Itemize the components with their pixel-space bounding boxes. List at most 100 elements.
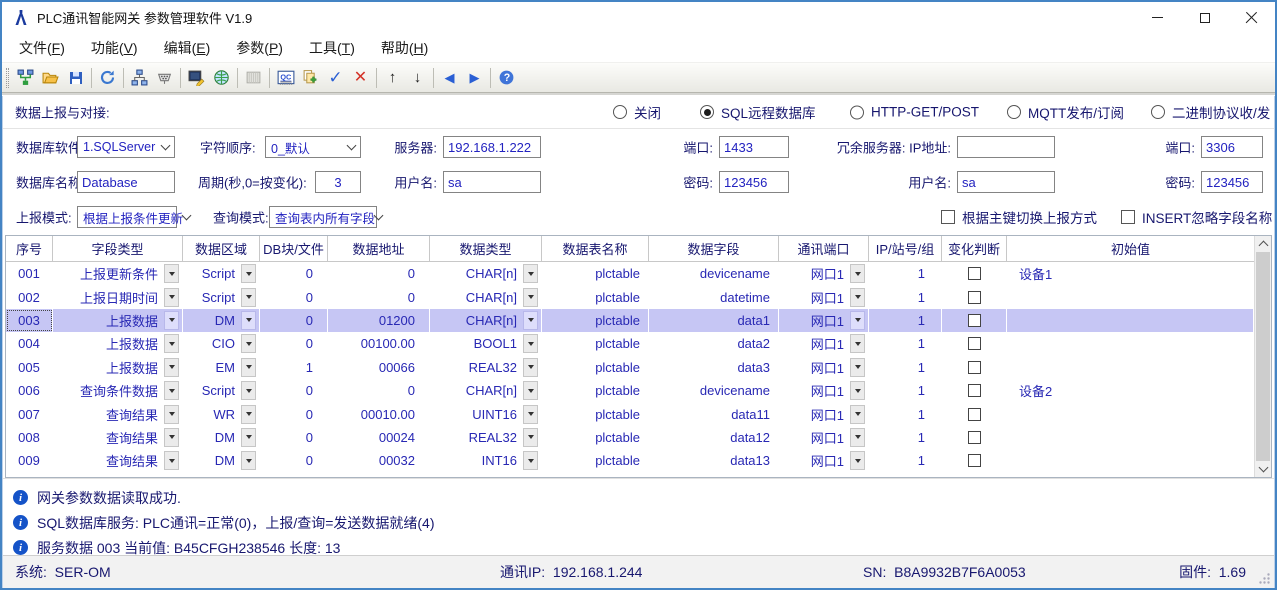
- radio-option[interactable]: HTTP-GET/POST: [850, 105, 979, 120]
- import-export-config-button[interactable]: [13, 65, 38, 90]
- network-topology-button[interactable]: [127, 65, 152, 90]
- dropdown-button[interactable]: [164, 264, 179, 283]
- redundant-ip-input[interactable]: [957, 136, 1055, 158]
- dropdown-button[interactable]: [241, 428, 256, 447]
- dropdown-button[interactable]: [241, 381, 256, 400]
- dropdown-button[interactable]: [241, 288, 256, 307]
- change-checkbox[interactable]: [968, 314, 981, 327]
- menu-tools[interactable]: 工具(T): [296, 34, 368, 62]
- dropdown-button[interactable]: [850, 381, 865, 400]
- toolbar-grip[interactable]: [6, 68, 9, 88]
- plc-monitor-edit-button[interactable]: [184, 65, 209, 90]
- redundant-username-input[interactable]: [957, 171, 1055, 193]
- nav-prev-button[interactable]: ◀: [437, 65, 462, 90]
- dropdown-button[interactable]: [523, 311, 538, 330]
- change-checkbox[interactable]: [968, 408, 981, 421]
- cancel-button[interactable]: ✕: [348, 65, 373, 90]
- copy-add-button[interactable]: [298, 65, 323, 90]
- dropdown-button[interactable]: [241, 451, 256, 470]
- maximize-button[interactable]: [1181, 2, 1228, 33]
- dropdown-button[interactable]: [164, 334, 179, 353]
- menu-edit[interactable]: 编辑(E): [151, 34, 224, 62]
- dropdown-button[interactable]: [850, 288, 865, 307]
- move-up-button[interactable]: ↑: [380, 65, 405, 90]
- dropdown-button[interactable]: [850, 334, 865, 353]
- server-input[interactable]: [443, 136, 541, 158]
- dropdown-button[interactable]: [164, 288, 179, 307]
- serial-port-button[interactable]: [152, 65, 177, 90]
- radio-option[interactable]: 二进制协议收/发: [1151, 102, 1270, 122]
- menu-function[interactable]: 功能(V): [78, 34, 151, 62]
- dropdown-button[interactable]: [241, 311, 256, 330]
- table-row[interactable]: 007 查询结果 WR 0 00010.00 UINT16 plctable d…: [6, 402, 1254, 425]
- dropdown-button[interactable]: [850, 264, 865, 283]
- scroll-up-button[interactable]: [1255, 236, 1271, 252]
- dropdown-button[interactable]: [523, 381, 538, 400]
- db-software-select[interactable]: 1.SQLServer: [77, 136, 175, 158]
- table-row[interactable]: 008 查询结果 DM 0 00024 REAL32 plctable data…: [6, 426, 1254, 449]
- dropdown-button[interactable]: [241, 264, 256, 283]
- dropdown-button[interactable]: [523, 428, 538, 447]
- radio-option[interactable]: 关闭: [613, 102, 661, 122]
- dropdown-button[interactable]: [241, 405, 256, 424]
- dropdown-button[interactable]: [523, 264, 538, 283]
- dropdown-button[interactable]: [164, 405, 179, 424]
- dropdown-button[interactable]: [523, 334, 538, 353]
- resize-grip-icon[interactable]: [1258, 572, 1271, 585]
- help-button[interactable]: ?: [494, 65, 519, 90]
- dropdown-button[interactable]: [523, 451, 538, 470]
- menu-file[interactable]: 文件(F): [6, 34, 78, 62]
- move-down-button[interactable]: ↓: [405, 65, 430, 90]
- redundant-port-input[interactable]: [1201, 136, 1263, 158]
- scrollbar-thumb[interactable]: [1256, 252, 1270, 461]
- dropdown-button[interactable]: [850, 428, 865, 447]
- nav-next-button[interactable]: ▶: [462, 65, 487, 90]
- change-checkbox[interactable]: [968, 267, 981, 280]
- table-row[interactable]: 009 查询结果 DM 0 00032 INT16 plctable data1…: [6, 449, 1254, 472]
- save-file-button[interactable]: [63, 65, 88, 90]
- dropdown-button[interactable]: [164, 451, 179, 470]
- db-name-input[interactable]: [77, 171, 175, 193]
- minimize-button[interactable]: [1134, 2, 1181, 33]
- scroll-down-button[interactable]: [1255, 461, 1271, 477]
- dropdown-button[interactable]: [850, 358, 865, 377]
- open-file-button[interactable]: [38, 65, 63, 90]
- dropdown-button[interactable]: [164, 358, 179, 377]
- dropdown-button[interactable]: [523, 358, 538, 377]
- dropdown-button[interactable]: [850, 451, 865, 470]
- password-input[interactable]: [719, 171, 789, 193]
- insert-ignore-checkbox[interactable]: INSERT忽略字段名称: [1121, 207, 1272, 227]
- dropdown-button[interactable]: [164, 428, 179, 447]
- char-order-select[interactable]: 0_默认: [265, 136, 361, 158]
- change-checkbox[interactable]: [968, 337, 981, 350]
- redundant-password-input[interactable]: [1201, 171, 1263, 193]
- close-button[interactable]: [1228, 2, 1275, 33]
- menu-params[interactable]: 参数(P): [223, 34, 296, 62]
- change-checkbox[interactable]: [968, 384, 981, 397]
- qc-display-button[interactable]: QC: [273, 65, 298, 90]
- period-input[interactable]: [315, 171, 361, 193]
- dropdown-button[interactable]: [241, 358, 256, 377]
- dropdown-button[interactable]: [241, 334, 256, 353]
- apply-button[interactable]: ✓: [323, 65, 348, 90]
- dropdown-button[interactable]: [850, 405, 865, 424]
- change-checkbox[interactable]: [968, 361, 981, 374]
- report-mode-select[interactable]: 根据上报条件更新: [77, 206, 177, 228]
- dropdown-button[interactable]: [850, 311, 865, 330]
- menu-help[interactable]: 帮助(H): [368, 34, 441, 62]
- change-checkbox[interactable]: [968, 431, 981, 444]
- change-checkbox[interactable]: [968, 454, 981, 467]
- table-row[interactable]: 005 上报数据 EM 1 00066 REAL32 plctable data…: [6, 356, 1254, 379]
- vertical-scrollbar[interactable]: [1254, 236, 1271, 477]
- dropdown-button[interactable]: [164, 381, 179, 400]
- network-globe-button[interactable]: [209, 65, 234, 90]
- radio-option[interactable]: SQL远程数据库: [700, 102, 816, 122]
- table-row[interactable]: 003 上报数据 DM 0 01200 CHAR[n] plctable dat…: [6, 309, 1254, 332]
- refresh-button[interactable]: [95, 65, 120, 90]
- change-checkbox[interactable]: [968, 291, 981, 304]
- table-row[interactable]: 004 上报数据 CIO 0 00100.00 BOOL1 plctable d…: [6, 332, 1254, 355]
- radio-option[interactable]: MQTT发布/订阅: [1007, 102, 1124, 122]
- dropdown-button[interactable]: [523, 405, 538, 424]
- port-input[interactable]: [719, 136, 789, 158]
- table-row[interactable]: 006 查询条件数据 Script 0 0 CHAR[n] plctable d…: [6, 379, 1254, 402]
